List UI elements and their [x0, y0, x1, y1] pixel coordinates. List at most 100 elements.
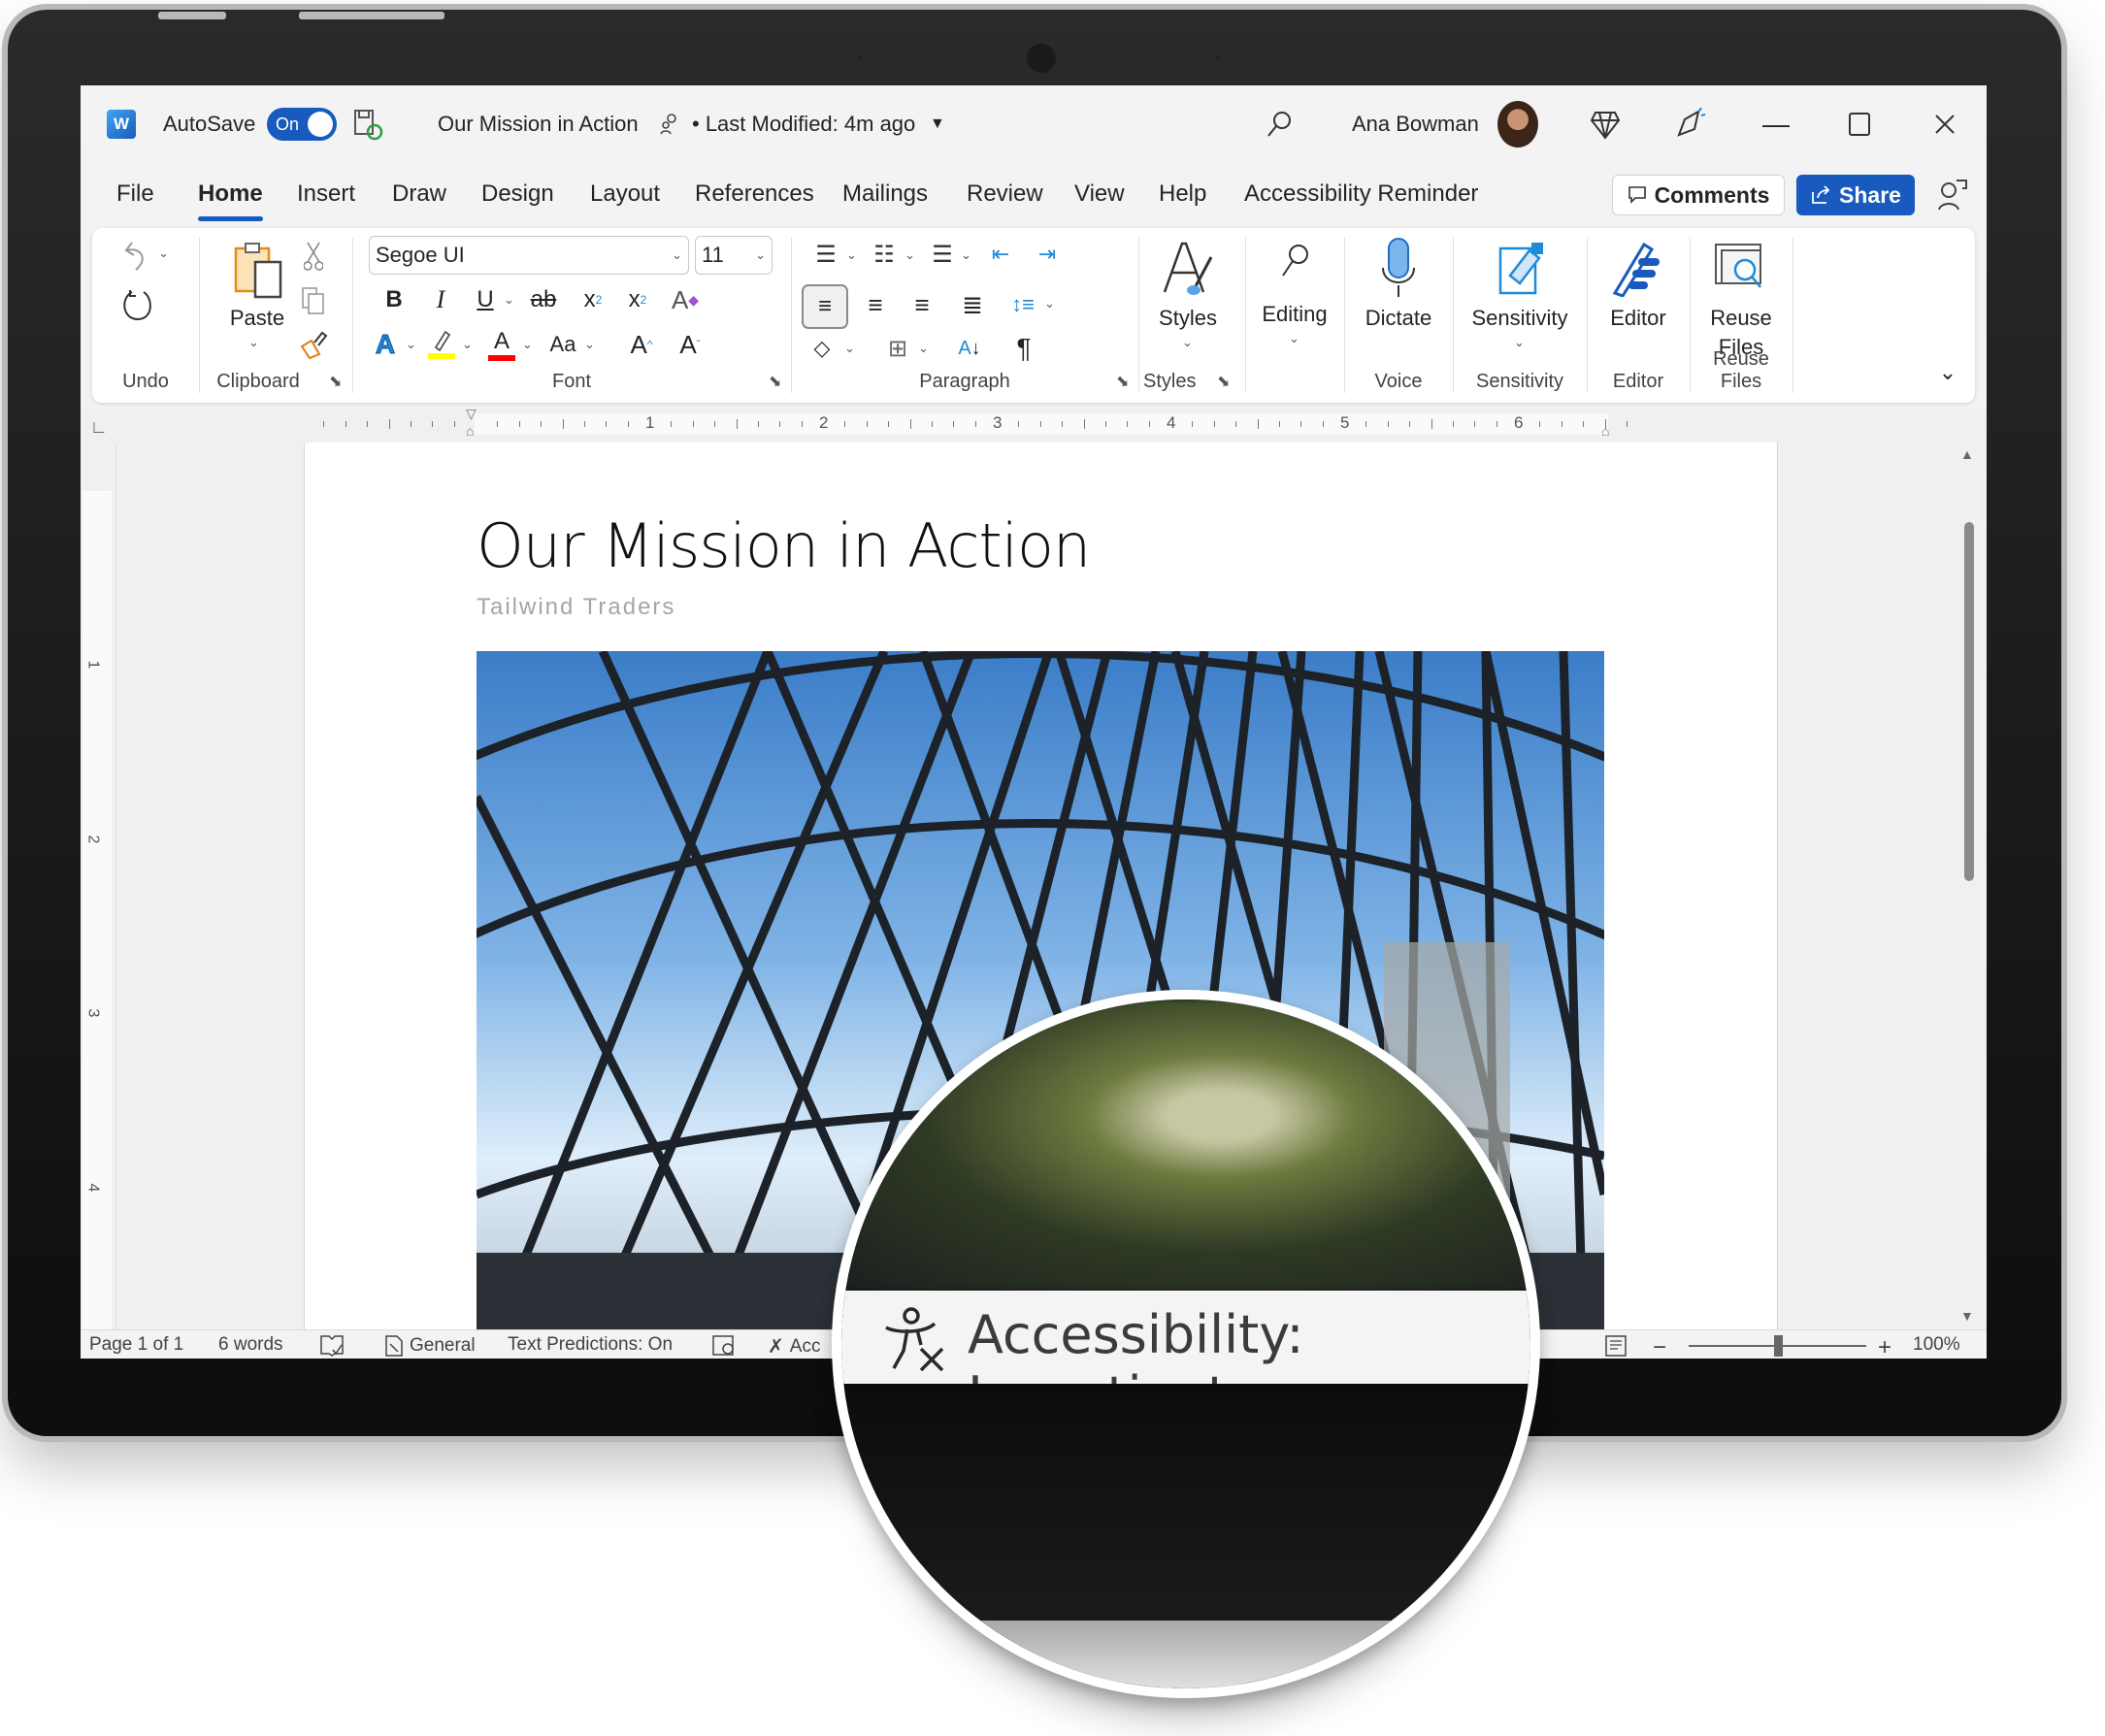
vertical-scrollbar[interactable]: ▲ ▼	[1951, 442, 1987, 1329]
search-icon[interactable]	[1265, 85, 1294, 163]
save-sync-icon[interactable]	[352, 85, 383, 163]
zoom-in-button[interactable]: +	[1878, 1334, 1891, 1359]
paragraph-launcher-icon[interactable]: ⬊	[1116, 372, 1129, 391]
autosave-toggle[interactable]: On	[267, 108, 337, 141]
bullets-dropdown-icon[interactable]: ⌄	[846, 247, 857, 263]
italic-button[interactable]: I	[425, 282, 456, 317]
sensitivity-button[interactable]: Sensitivity	[1454, 304, 1586, 333]
paste-button[interactable]: Paste	[214, 304, 301, 333]
paste-icon[interactable]	[229, 240, 287, 300]
right-indent-marker[interactable]: ⌂	[1601, 423, 1609, 439]
feedback-megaphone-icon[interactable]	[1675, 85, 1708, 163]
undo-icon[interactable]	[119, 238, 158, 273]
shading-dropdown-icon[interactable]: ⌄	[844, 341, 855, 356]
tab-accessibility-reminder[interactable]: Accessibility Reminder	[1244, 180, 1478, 208]
styles-launcher-icon[interactable]: ⬊	[1217, 372, 1230, 391]
tab-design[interactable]: Design	[481, 180, 554, 208]
avatar[interactable]	[1497, 101, 1538, 147]
find-icon[interactable]	[1275, 238, 1314, 286]
proofing-book-icon[interactable]	[319, 1334, 345, 1358]
shrink-font-button[interactable]: Aˇ	[674, 327, 707, 362]
coauthor-presence-icon[interactable]	[1937, 179, 1968, 216]
zoom-level[interactable]: 100%	[1913, 1334, 1960, 1356]
superscript-button[interactable]: x2	[621, 282, 654, 317]
scroll-down-arrow-icon[interactable]: ▼	[1960, 1308, 1974, 1324]
borders-icon[interactable]: ⊞	[881, 331, 914, 366]
change-case-button[interactable]: Aa	[543, 327, 582, 362]
underline-button[interactable]: U	[470, 282, 501, 317]
clear-formatting-icon[interactable]: A ◆	[668, 282, 703, 317]
tab-home[interactable]: Home	[198, 180, 263, 221]
multilevel-dropdown-icon[interactable]: ⌄	[961, 247, 971, 263]
tab-view[interactable]: View	[1074, 180, 1125, 208]
scrollbar-thumb[interactable]	[1964, 522, 1974, 881]
accessibility-status[interactable]: ✗ Acc	[768, 1334, 820, 1359]
left-indent-marker[interactable]: ⌂	[466, 423, 474, 439]
collapse-ribbon-chevron-icon[interactable]: ⌄	[1933, 358, 1962, 387]
maximize-icon[interactable]	[1849, 85, 1870, 163]
tab-insert[interactable]: Insert	[297, 180, 355, 208]
focus-icon[interactable]	[711, 1334, 737, 1358]
align-right-button[interactable]: ≡	[903, 284, 941, 325]
font-launcher-icon[interactable]: ⬊	[769, 372, 781, 391]
chevron-down-icon[interactable]: ▼	[930, 85, 945, 163]
copy-icon[interactable]	[297, 284, 330, 317]
sensitivity-icon[interactable]	[1495, 236, 1549, 300]
font-name-combobox[interactable]: Segoe UI ⌄	[369, 236, 689, 275]
clipboard-launcher-icon[interactable]: ⬊	[329, 372, 342, 391]
tab-draw[interactable]: Draw	[392, 180, 446, 208]
bold-button[interactable]: B	[378, 282, 410, 317]
format-painter-icon[interactable]	[297, 329, 330, 362]
microphone-icon[interactable]	[1376, 236, 1421, 300]
strikethrough-button[interactable]: ab	[526, 282, 561, 317]
first-line-indent-marker[interactable]: ▽	[466, 406, 477, 422]
sort-icon[interactable]: A ↓	[953, 329, 986, 368]
change-case-dropdown-icon[interactable]: ⌄	[584, 337, 595, 352]
editing-button[interactable]: Editing	[1246, 300, 1343, 329]
show-formatting-icon[interactable]: ¶	[1007, 329, 1040, 368]
shading-icon[interactable]: ◇	[806, 331, 839, 366]
font-color-dropdown-icon[interactable]: ⌄	[522, 337, 533, 352]
scroll-up-arrow-icon[interactable]: ▲	[1960, 446, 1974, 462]
document-title[interactable]: Our Mission in Action	[438, 85, 639, 163]
reuse-files-icon[interactable]	[1712, 236, 1770, 300]
document-subtitle[interactable]: Tailwind Traders	[477, 594, 675, 621]
dictate-button[interactable]: Dictate	[1345, 304, 1452, 333]
styles-dropdown-icon[interactable]: ⌄	[1182, 335, 1193, 350]
highlight-icon[interactable]	[425, 327, 458, 362]
sensitivity-status[interactable]: General	[384, 1334, 476, 1358]
line-spacing-icon[interactable]: ↕≡	[1003, 284, 1042, 325]
minimize-icon[interactable]: —	[1762, 85, 1790, 163]
grow-font-button[interactable]: A ^	[625, 327, 658, 362]
numbering-icon[interactable]: ☷	[868, 240, 901, 269]
subscript-button[interactable]: x2	[576, 282, 609, 317]
sensitivity-dropdown-icon[interactable]: ⌄	[1514, 335, 1525, 350]
last-modified[interactable]: • Last Modified: 4m ago	[692, 85, 915, 163]
tab-file[interactable]: File	[116, 180, 154, 208]
document-heading[interactable]: Our Mission in Action	[477, 510, 1091, 581]
zoom-out-button[interactable]: −	[1653, 1334, 1666, 1359]
share-button[interactable]: Share	[1796, 175, 1915, 215]
align-left-button[interactable]: ≡	[802, 284, 848, 329]
vertical-ruler[interactable]: 1 2 3 4	[81, 442, 116, 1359]
print-layout-icon[interactable]	[1604, 1334, 1629, 1358]
tab-mailings[interactable]: Mailings	[842, 180, 928, 208]
tab-selector-icon[interactable]: ∟	[90, 417, 108, 438]
highlight-dropdown-icon[interactable]: ⌄	[462, 337, 473, 352]
multilevel-list-icon[interactable]: ☰	[926, 240, 959, 269]
zoom-slider-thumb[interactable]	[1773, 1335, 1783, 1357]
underline-dropdown-icon[interactable]: ⌄	[504, 292, 514, 308]
text-effects-dropdown-icon[interactable]: ⌄	[406, 337, 416, 352]
diamond-premium-icon[interactable]	[1590, 85, 1621, 163]
increase-indent-icon[interactable]: ⇥	[1031, 240, 1064, 269]
cut-icon[interactable]	[297, 240, 330, 273]
tab-layout[interactable]: Layout	[590, 180, 660, 208]
decrease-indent-icon[interactable]: ⇤	[984, 240, 1017, 269]
align-center-button[interactable]: ≡	[856, 284, 895, 325]
tab-help[interactable]: Help	[1159, 180, 1206, 208]
bullets-icon[interactable]: ☰	[809, 240, 842, 269]
tab-references[interactable]: References	[695, 180, 814, 208]
redo-icon[interactable]	[117, 286, 156, 325]
page-count[interactable]: Page 1 of 1	[89, 1334, 183, 1356]
justify-button[interactable]: ≣	[953, 284, 992, 325]
